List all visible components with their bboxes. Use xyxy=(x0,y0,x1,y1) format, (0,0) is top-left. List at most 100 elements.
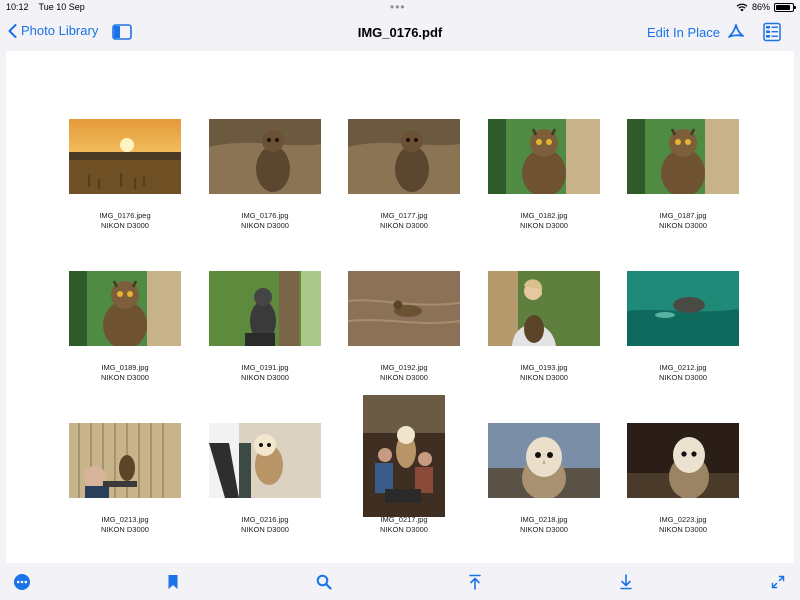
photo-thumbnail xyxy=(627,423,739,498)
photo-item[interactable]: IMG_0182.jpg NIKON D3000 xyxy=(474,119,614,259)
photo-item[interactable]: IMG_0176.jpeg NIKON D3000 xyxy=(55,119,195,259)
photo-camera: NIKON D3000 xyxy=(659,525,707,534)
photo-filename: IMG_0176.jpg xyxy=(241,211,289,220)
photo-thumbnail xyxy=(209,119,321,194)
bottom-toolbar xyxy=(0,564,800,600)
search-button[interactable] xyxy=(314,572,334,592)
photo-caption: IMG_0213.jpg NIKON D3000 xyxy=(55,515,195,535)
photo-item[interactable]: IMG_0191.jpg NIKON D3000 xyxy=(195,271,335,411)
photo-item[interactable]: IMG_0176.jpg NIKON D3000 xyxy=(195,119,335,259)
photo-camera: NIKON D3000 xyxy=(659,373,707,382)
photo-camera: NIKON D3000 xyxy=(659,221,707,230)
expand-icon xyxy=(771,575,785,589)
navigation-bar: Photo Library IMG_0176.pdf Edit In Place xyxy=(0,16,800,50)
photo-item[interactable]: IMG_0212.jpg NIKON D3000 xyxy=(613,271,753,411)
photo-item[interactable]: IMG_0193.jpg NIKON D3000 xyxy=(474,271,614,411)
photo-caption: IMG_0212.jpg NIKON D3000 xyxy=(613,363,753,383)
photo-filename: IMG_0212.jpg xyxy=(659,363,707,372)
photo-caption: IMG_0177.jpg NIKON D3000 xyxy=(334,211,474,231)
acrobat-icon[interactable] xyxy=(727,23,745,41)
download-icon xyxy=(620,574,632,590)
photo-item[interactable]: IMG_0192.jpg NIKON D3000 xyxy=(334,271,474,411)
photo-camera: NIKON D3000 xyxy=(380,525,428,534)
photo-item[interactable]: IMG_0218.jpg NIKON D3000 xyxy=(474,423,614,563)
wifi-icon xyxy=(736,3,748,11)
photo-thumbnail xyxy=(209,271,321,346)
photo-thumbnail xyxy=(488,119,600,194)
photo-camera: NIKON D3000 xyxy=(520,373,568,382)
photo-filename: IMG_0217.jpg xyxy=(380,515,428,524)
sidebar-toggle-icon[interactable] xyxy=(112,24,132,40)
photo-thumbnail xyxy=(209,423,321,498)
photo-item[interactable]: IMG_0189.jpg NIKON D3000 xyxy=(55,271,195,411)
chevron-left-icon xyxy=(8,23,17,38)
photo-filename: IMG_0182.jpg xyxy=(520,211,568,220)
photo-camera: NIKON D3000 xyxy=(520,221,568,230)
download-button[interactable] xyxy=(616,572,636,592)
status-time: 10:12 xyxy=(6,2,29,12)
bookmark-button[interactable] xyxy=(163,572,183,592)
photo-thumbnail xyxy=(627,271,739,346)
photo-item[interactable]: IMG_0216.jpg NIKON D3000 xyxy=(195,423,335,563)
battery-level xyxy=(776,4,790,10)
photo-caption: IMG_0176.jpg NIKON D3000 xyxy=(195,211,335,231)
more-button[interactable] xyxy=(12,572,32,592)
edit-in-place-button[interactable]: Edit In Place xyxy=(647,25,720,40)
photo-filename: IMG_0193.jpg xyxy=(520,363,568,372)
photo-filename: IMG_0189.jpg xyxy=(101,363,149,372)
photo-caption: IMG_0218.jpg NIKON D3000 xyxy=(474,515,614,535)
photo-grid: IMG_0176.jpeg NIKON D3000 IMG_0176.jpg NIKO… xyxy=(6,51,794,563)
photo-item[interactable]: IMG_0217.jpg NIKON D3000 xyxy=(334,395,474,563)
status-date: Tue 10 Sep xyxy=(38,2,85,12)
photo-filename: IMG_0216.jpg xyxy=(241,515,289,524)
photo-filename: IMG_0177.jpg xyxy=(380,211,428,220)
photo-caption: IMG_0191.jpg NIKON D3000 xyxy=(195,363,335,383)
photo-item[interactable]: IMG_0177.jpg NIKON D3000 xyxy=(334,119,474,259)
more-icon xyxy=(14,574,30,590)
battery-icon xyxy=(774,2,796,12)
photo-item[interactable]: IMG_0213.jpg NIKON D3000 xyxy=(55,423,195,563)
scroll-to-top-icon xyxy=(469,574,481,590)
pdf-page[interactable]: IMG_0176.jpeg NIKON D3000 IMG_0176.jpg NIKO… xyxy=(6,51,794,563)
photo-camera: NIKON D3000 xyxy=(380,373,428,382)
photo-item[interactable]: IMG_0223.jpg NIKON D3000 xyxy=(613,423,753,563)
photo-camera: NIKON D3000 xyxy=(101,373,149,382)
scroll-to-top-button[interactable] xyxy=(465,572,485,592)
photo-caption: IMG_0193.jpg NIKON D3000 xyxy=(474,363,614,383)
photo-camera: NIKON D3000 xyxy=(241,221,289,230)
photo-caption: IMG_0223.jpg NIKON D3000 xyxy=(613,515,753,535)
thumbnails-icon[interactable] xyxy=(762,22,782,42)
photo-thumbnail xyxy=(363,395,445,517)
photo-thumbnail xyxy=(627,119,739,194)
photo-thumbnail xyxy=(69,271,181,346)
photo-camera: NIKON D3000 xyxy=(241,525,289,534)
photo-filename: IMG_0218.jpg xyxy=(520,515,568,524)
photo-filename: IMG_0213.jpg xyxy=(101,515,149,524)
photo-filename: IMG_0192.jpg xyxy=(380,363,428,372)
photo-camera: NIKON D3000 xyxy=(380,221,428,230)
photo-caption: IMG_0216.jpg NIKON D3000 xyxy=(195,515,335,535)
expand-button[interactable] xyxy=(768,572,788,592)
photo-thumbnail xyxy=(348,119,460,194)
photo-thumbnail xyxy=(488,423,600,498)
photo-caption: IMG_0187.jpg NIKON D3000 xyxy=(613,211,753,231)
photo-caption: IMG_0189.jpg NIKON D3000 xyxy=(55,363,195,383)
photo-camera: NIKON D3000 xyxy=(101,525,149,534)
photo-camera: NIKON D3000 xyxy=(241,373,289,382)
photo-thumbnail xyxy=(69,423,181,498)
photo-item[interactable]: IMG_0187.jpg NIKON D3000 xyxy=(613,119,753,259)
photo-filename: IMG_0223.jpg xyxy=(659,515,707,524)
photo-camera: NIKON D3000 xyxy=(101,221,149,230)
battery-percent: 86% xyxy=(751,2,770,12)
back-button[interactable]: Photo Library xyxy=(8,23,98,38)
photo-caption: IMG_0217.jpg NIKON D3000 xyxy=(334,515,474,535)
photo-thumbnail xyxy=(69,119,181,194)
photo-filename: IMG_0191.jpg xyxy=(241,363,289,372)
multitasking-dots[interactable]: ••• xyxy=(390,0,406,14)
photo-thumbnail xyxy=(348,271,460,346)
photo-filename: IMG_0187.jpg xyxy=(659,211,707,220)
photo-caption: IMG_0192.jpg NIKON D3000 xyxy=(334,363,474,383)
photo-filename: IMG_0176.jpeg xyxy=(99,211,151,220)
status-bar: 10:12 Tue 10 Sep ••• 86% xyxy=(0,0,800,16)
photo-thumbnail xyxy=(488,271,600,346)
